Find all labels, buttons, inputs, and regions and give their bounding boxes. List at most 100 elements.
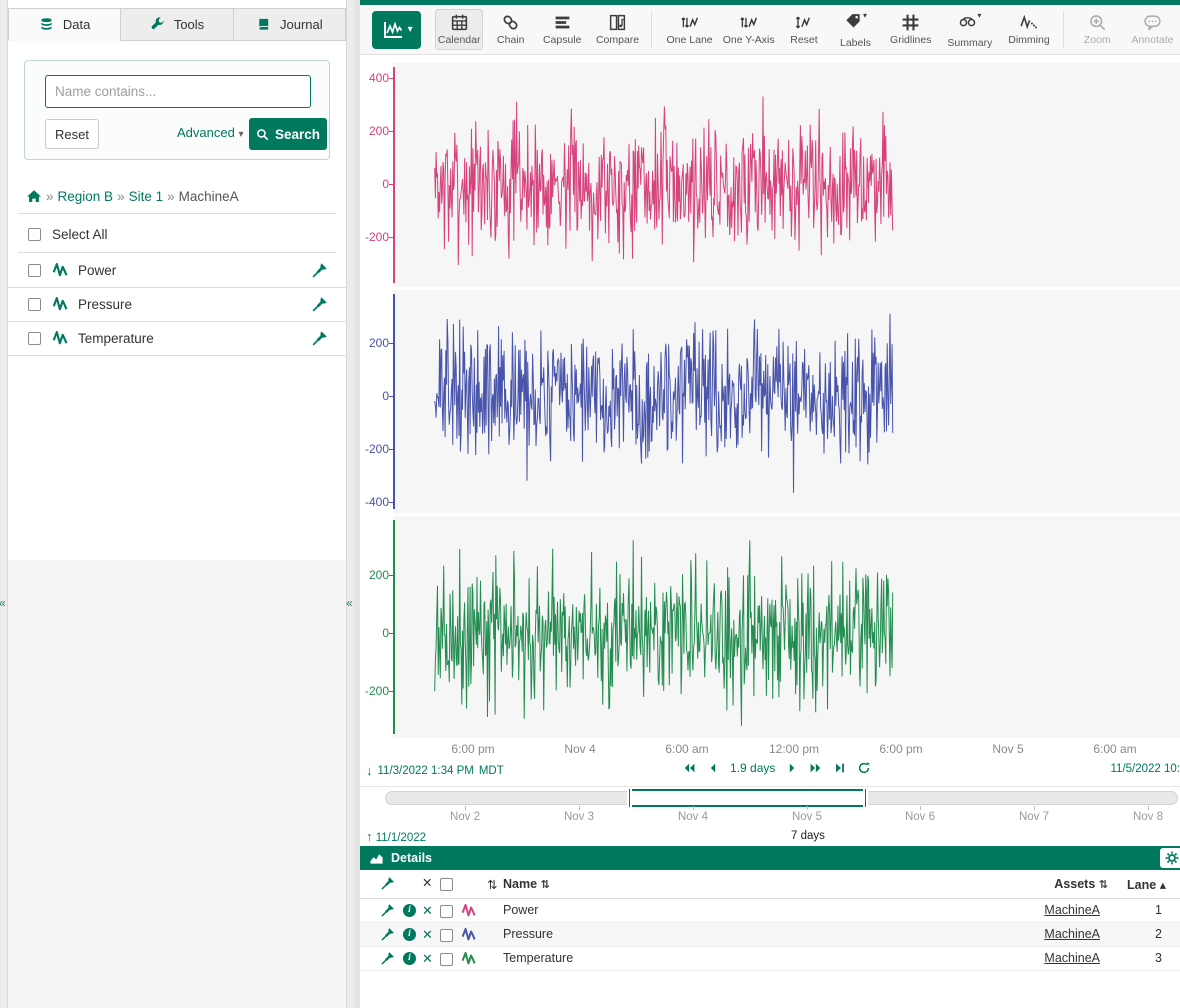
name-column-header[interactable]: Name ⇅	[503, 877, 550, 891]
tab-journal-label: Journal	[280, 17, 323, 32]
sort-type-icon[interactable]: ⇅	[487, 877, 497, 892]
timeline-selection-window[interactable]	[630, 789, 865, 807]
step-forward-icon[interactable]	[785, 761, 799, 775]
select-all-label: Select All	[52, 227, 108, 242]
info-icon[interactable]: i	[403, 952, 416, 965]
collapse-left-icon[interactable]: «	[0, 596, 6, 610]
toolbar-one-lane[interactable]: One Lane	[662, 10, 717, 49]
pin-icon[interactable]	[311, 262, 328, 279]
select-all-checkbox[interactable]	[28, 228, 41, 241]
trend-lane-temperature[interactable]: 200 0 -200	[360, 516, 1180, 738]
range-end[interactable]: 11/5/2022 10:	[1111, 763, 1180, 775]
assets-column-header[interactable]: Assets ⇅	[1054, 877, 1108, 891]
remove-column-icon[interactable]: ✕	[422, 876, 432, 891]
trend-toolbar: ▾ Calendar Chain Capsule Compare One L	[360, 5, 1180, 55]
list-item-pressure[interactable]: Pressure	[8, 288, 346, 322]
table-row-temperature[interactable]: i ✕ Temperature MachineA 3	[360, 947, 1180, 971]
step-forward-large-icon[interactable]	[809, 761, 823, 775]
list-item-power[interactable]: Power	[8, 254, 346, 288]
search-button[interactable]: Search	[249, 118, 327, 150]
signal-icon	[461, 902, 478, 919]
select-all-rows-checkbox[interactable]	[440, 878, 453, 891]
trend-lane-pressure[interactable]: 200 0 -200 -400	[360, 290, 1180, 513]
breadcrumb-site-1[interactable]: Site 1	[129, 189, 164, 204]
lane-column-header[interactable]: Lane ▴	[1127, 877, 1166, 892]
step-back-large-icon[interactable]	[682, 761, 696, 775]
toolbar-calendar[interactable]: Calendar	[435, 9, 483, 50]
toolbar-compare[interactable]: Compare	[590, 10, 645, 49]
advanced-toggle[interactable]: Advanced ▾	[177, 125, 243, 140]
pin-icon[interactable]	[380, 927, 395, 942]
range-duration[interactable]: 1.9 days	[730, 761, 775, 775]
breadcrumb-region-b[interactable]: Region B	[58, 189, 114, 204]
asset-link[interactable]: MachineA	[1044, 951, 1100, 965]
power-series	[393, 63, 1180, 287]
details-title: Details	[391, 851, 432, 865]
pin-icon[interactable]	[380, 903, 395, 918]
sort-name-icon[interactable]: ⇅	[541, 879, 550, 891]
toolbar-reset[interactable]: Reset	[780, 10, 828, 49]
info-icon[interactable]: i	[403, 904, 416, 917]
step-back-icon[interactable]	[706, 761, 720, 775]
toolbar-summary[interactable]: ▾ Summary	[942, 8, 997, 52]
table-row-pressure[interactable]: i ✕ Pressure MachineA 2	[360, 923, 1180, 947]
step-to-end-icon[interactable]	[833, 761, 847, 775]
range-start-label[interactable]: 11/3/2022 1:34 PM	[378, 765, 474, 777]
list-item-temperature[interactable]: Temperature	[8, 322, 346, 356]
search-input[interactable]	[45, 75, 311, 108]
pressure-checkbox[interactable]	[28, 298, 41, 311]
toolbar-dimming[interactable]: Dimming	[1001, 10, 1056, 49]
toolbar-capsule[interactable]: Capsule	[538, 10, 586, 49]
row-checkbox[interactable]	[440, 929, 453, 942]
investigate-start[interactable]: ↑ 11/1/2022	[366, 829, 426, 844]
calendar-icon	[450, 13, 469, 32]
pin-icon[interactable]	[311, 296, 328, 313]
pin-icon[interactable]	[311, 330, 328, 347]
remove-icon[interactable]: ✕	[422, 927, 433, 942]
refresh-icon[interactable]	[857, 761, 871, 775]
temperature-checkbox[interactable]	[28, 332, 41, 345]
tab-data[interactable]: Data	[8, 8, 121, 41]
tab-tools[interactable]: Tools	[121, 8, 233, 41]
info-icon[interactable]: i	[403, 928, 416, 941]
range-end-label[interactable]: 11/5/2022 10:	[1111, 763, 1180, 775]
asset-link[interactable]: MachineA	[1044, 903, 1100, 917]
toolbar-chain[interactable]: Chain	[487, 10, 535, 49]
power-checkbox[interactable]	[28, 264, 41, 277]
collapse-sidebar-icon[interactable]: «	[346, 596, 353, 610]
trend-lane-power[interactable]: 400 200 0 -200	[360, 63, 1180, 287]
toolbar-zoom[interactable]: Zoom	[1073, 10, 1121, 49]
home-icon[interactable]	[26, 188, 42, 204]
y-tick: 400	[360, 71, 389, 85]
timeline-duration[interactable]: 7 days	[791, 830, 825, 842]
toolbar-gridlines[interactable]: Gridlines	[883, 10, 938, 49]
view-selector-button[interactable]: ▾	[372, 11, 421, 49]
x-tick: 6:00 am	[665, 742, 708, 756]
chevron-down-icon: ▾	[863, 11, 867, 20]
asset-link[interactable]: MachineA	[1044, 927, 1100, 941]
timezone-label[interactable]: MDT	[479, 765, 504, 777]
range-start[interactable]: ↓ 11/3/2022 1:34 PM MDT	[366, 763, 504, 778]
toolbar-annotate[interactable]: Annotate	[1125, 10, 1180, 49]
remove-icon[interactable]: ✕	[422, 951, 433, 966]
remove-icon[interactable]: ✕	[422, 903, 433, 918]
reset-button[interactable]: Reset	[45, 119, 99, 149]
window-left-handle[interactable]	[627, 789, 632, 807]
table-row-power[interactable]: i ✕ Power MachineA 1	[360, 899, 1180, 923]
pin-icon[interactable]	[380, 951, 395, 966]
tab-journal[interactable]: Journal	[234, 8, 346, 41]
sidebar-collapse-rail[interactable]: «	[346, 0, 354, 1008]
details-settings-button[interactable]	[1160, 848, 1180, 868]
outer-collapse-rail[interactable]: «	[0, 0, 8, 1008]
pin-column-icon[interactable]	[380, 876, 395, 891]
row-checkbox[interactable]	[440, 953, 453, 966]
toolbar-labels[interactable]: ▾ Labels	[832, 8, 880, 52]
sort-assets-icon[interactable]: ⇅	[1099, 879, 1108, 891]
y-tick: 200	[360, 568, 389, 582]
toolbar-one-y-axis[interactable]: One Y-Axis	[721, 10, 776, 49]
row-checkbox[interactable]	[440, 905, 453, 918]
x-tick: Nov 5	[992, 742, 1023, 756]
gridlines-icon	[901, 13, 920, 32]
signal-icon	[461, 926, 478, 943]
window-right-handle[interactable]	[863, 789, 868, 807]
